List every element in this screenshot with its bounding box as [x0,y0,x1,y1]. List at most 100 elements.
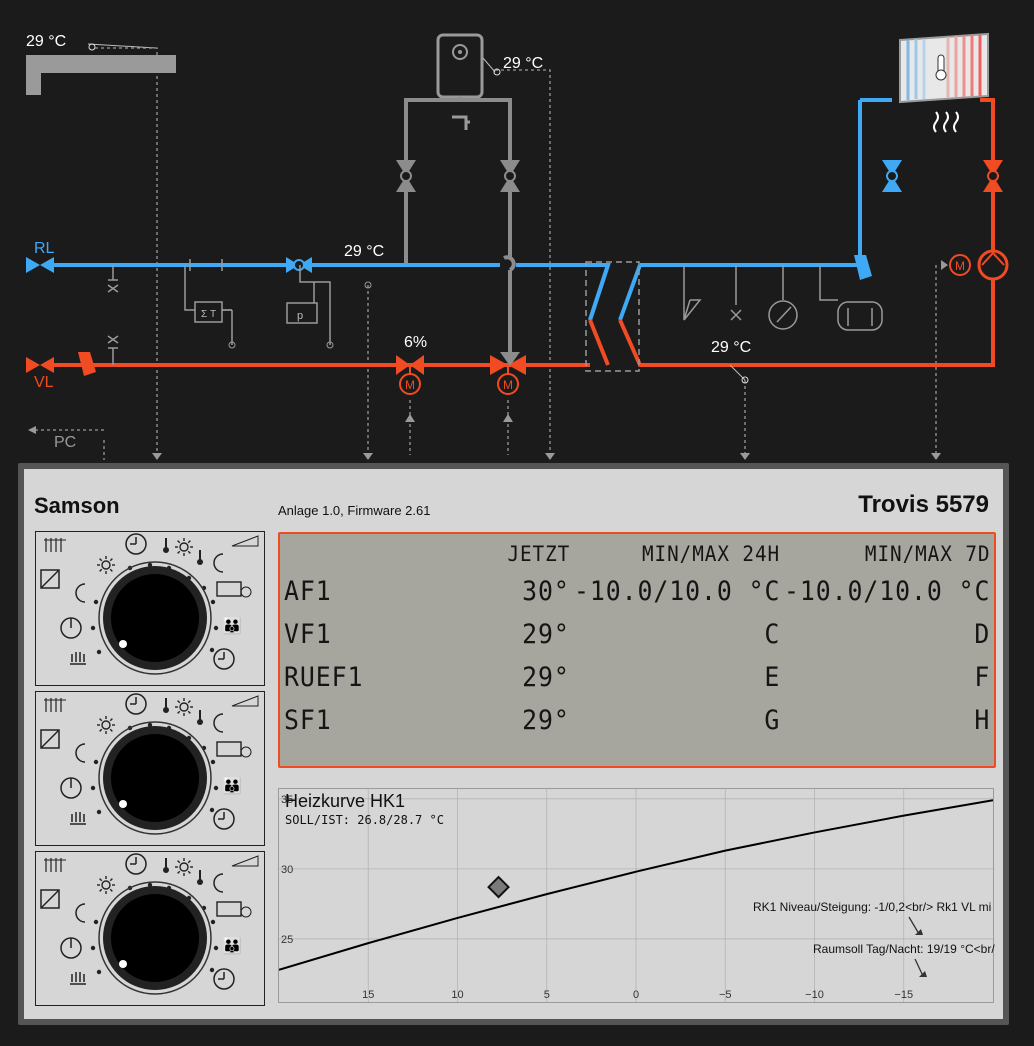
x-tick-label: 5 [544,989,550,1001]
party-icon: 👪 [222,776,242,795]
model-name: Trovis 5579 [858,491,989,518]
note-arrow-head [919,971,927,977]
party-icon: 👪 [222,936,242,955]
hand-icon [70,652,86,665]
moon-icon [213,713,224,733]
controller-panel: Samson Anlage 1.0, Firmware 2.61 Trovis … [18,463,1009,1025]
note-arrow [914,958,924,977]
chart-subtitle: SOLL/IST: 26.8/28.7 °C [285,813,444,827]
level-icon [231,535,259,547]
thermometer-icon [163,858,169,873]
moon-icon [75,743,86,763]
lcd-row-name: SF1 [284,705,332,736]
timer-box-icon [216,581,242,597]
motor-label-1: M [405,378,415,392]
lcd-header-now: JETZT [507,542,570,566]
storage-tank-icon [436,33,501,130]
mode-dial-1[interactable]: 👪 [35,531,265,686]
dial-face [111,574,199,662]
clock-icon [125,693,147,715]
lcd-row-now: 29° [522,619,570,650]
x-tick-label: −10 [805,989,824,1001]
lcd-row-now: 30° [522,576,570,607]
radiator-mode-icon [44,858,66,872]
firmware-info: Anlage 1.0, Firmware 2.61 [278,503,431,518]
lcd-row-now: 29° [522,705,570,736]
lcd-row-7d: H [974,705,990,736]
x-tick-label: 15 [362,989,374,1001]
sensor-sum-label: Σ T [201,309,216,320]
lcd-row-7d: -10.0/10.0 °C [783,576,990,607]
dial-indicator [119,960,127,968]
dial-position-dot [93,759,99,765]
dial-position-dot [96,809,102,815]
hand-icon [70,812,86,825]
mode-dial-3[interactable]: 👪 [35,851,265,1006]
dial-position-dot [213,785,219,791]
dial-face [111,734,199,822]
motor-label-3: M [955,259,965,273]
outdoor-sensor-icon [26,43,176,95]
lcd-row-24h: E [764,662,780,693]
manual-mode-icon [40,569,60,589]
clock-icon [213,968,235,990]
lcd-row-7d: F [974,662,990,693]
dial-position-dot [93,919,99,925]
sun-icon [175,538,193,556]
thermometer-icon [163,538,169,553]
dial-position-dot [90,945,96,951]
lcd-row-name: RUEF1 [284,662,364,693]
dial-position-dot [209,647,215,653]
mode-dial-2[interactable]: 👪 [35,691,265,846]
moon-icon [213,873,224,893]
thermometer-icon [197,710,203,725]
dial-position-dot [210,759,216,765]
dial-position-dot [210,919,216,925]
flow-line-label: VL [34,374,54,391]
radiator-icon [899,32,989,133]
motor-label-2: M [503,378,513,392]
x-tick-label: 0 [633,989,639,1001]
x-tick-label: −5 [719,989,732,1001]
sun-icon [97,556,115,574]
y-tick-label: 30 [281,864,293,876]
thermometer-icon [197,870,203,885]
lcd-row-name: AF1 [284,576,332,607]
x-tick-label: 10 [451,989,463,1001]
lcd-row-24h: -10.0/10.0 °C [573,576,780,607]
x-tick-label: −15 [894,989,913,1001]
clock-icon [213,648,235,670]
return-line-label: RL [34,240,55,257]
dial-position-dot [90,785,96,791]
dial-position-dot [213,945,219,951]
manual-mode-icon [40,729,60,749]
lcd-display: JETZT MIN/MAX 24H MIN/MAX 7D AF1 30° -10… [278,532,996,768]
dial-position-dot [90,625,96,631]
dial-position-dot [93,599,99,605]
sun-icon [175,858,193,876]
chart-note-room: Raumsoll Tag/Nacht: 19/19 °C<br/ [813,942,995,956]
sensor-pressure-label: p [297,310,303,322]
heating-curve-chart: 15 10 5 0 −5 −10 −15 25 30 35 Heizkurve HK1 SOLL/… [278,788,995,1003]
moon-icon [213,553,224,573]
lcd-row-name: VF1 [284,619,332,650]
valve-position-label: 6% [404,334,428,351]
chart-note-level: RK1 Niveau/Steigung: -1/0,2<br/> Rk1 VL … [753,900,992,914]
lcd-row-24h: G [764,705,780,736]
timer-box-icon [216,741,242,757]
lcd-header-7d: MIN/MAX 7D [864,542,990,566]
dial-position-dot [209,807,215,813]
dial-position-dot [210,599,216,605]
lcd-header-24h: MIN/MAX 24H [641,542,780,566]
return-temp-label: 29 °C [344,243,385,260]
timer-box-icon [216,901,242,917]
dial-position-dot [96,969,102,975]
sun-icon [175,698,193,716]
radiator-mode-icon [44,698,66,712]
secondary-temp-label: 29 °C [711,339,752,356]
pc-link-label[interactable]: PC [54,434,76,452]
moon-icon [75,903,86,923]
lcd-row-7d: D [974,619,990,650]
party-icon: 👪 [222,616,242,635]
outdoor-temp-label: 29 °C [26,33,67,50]
